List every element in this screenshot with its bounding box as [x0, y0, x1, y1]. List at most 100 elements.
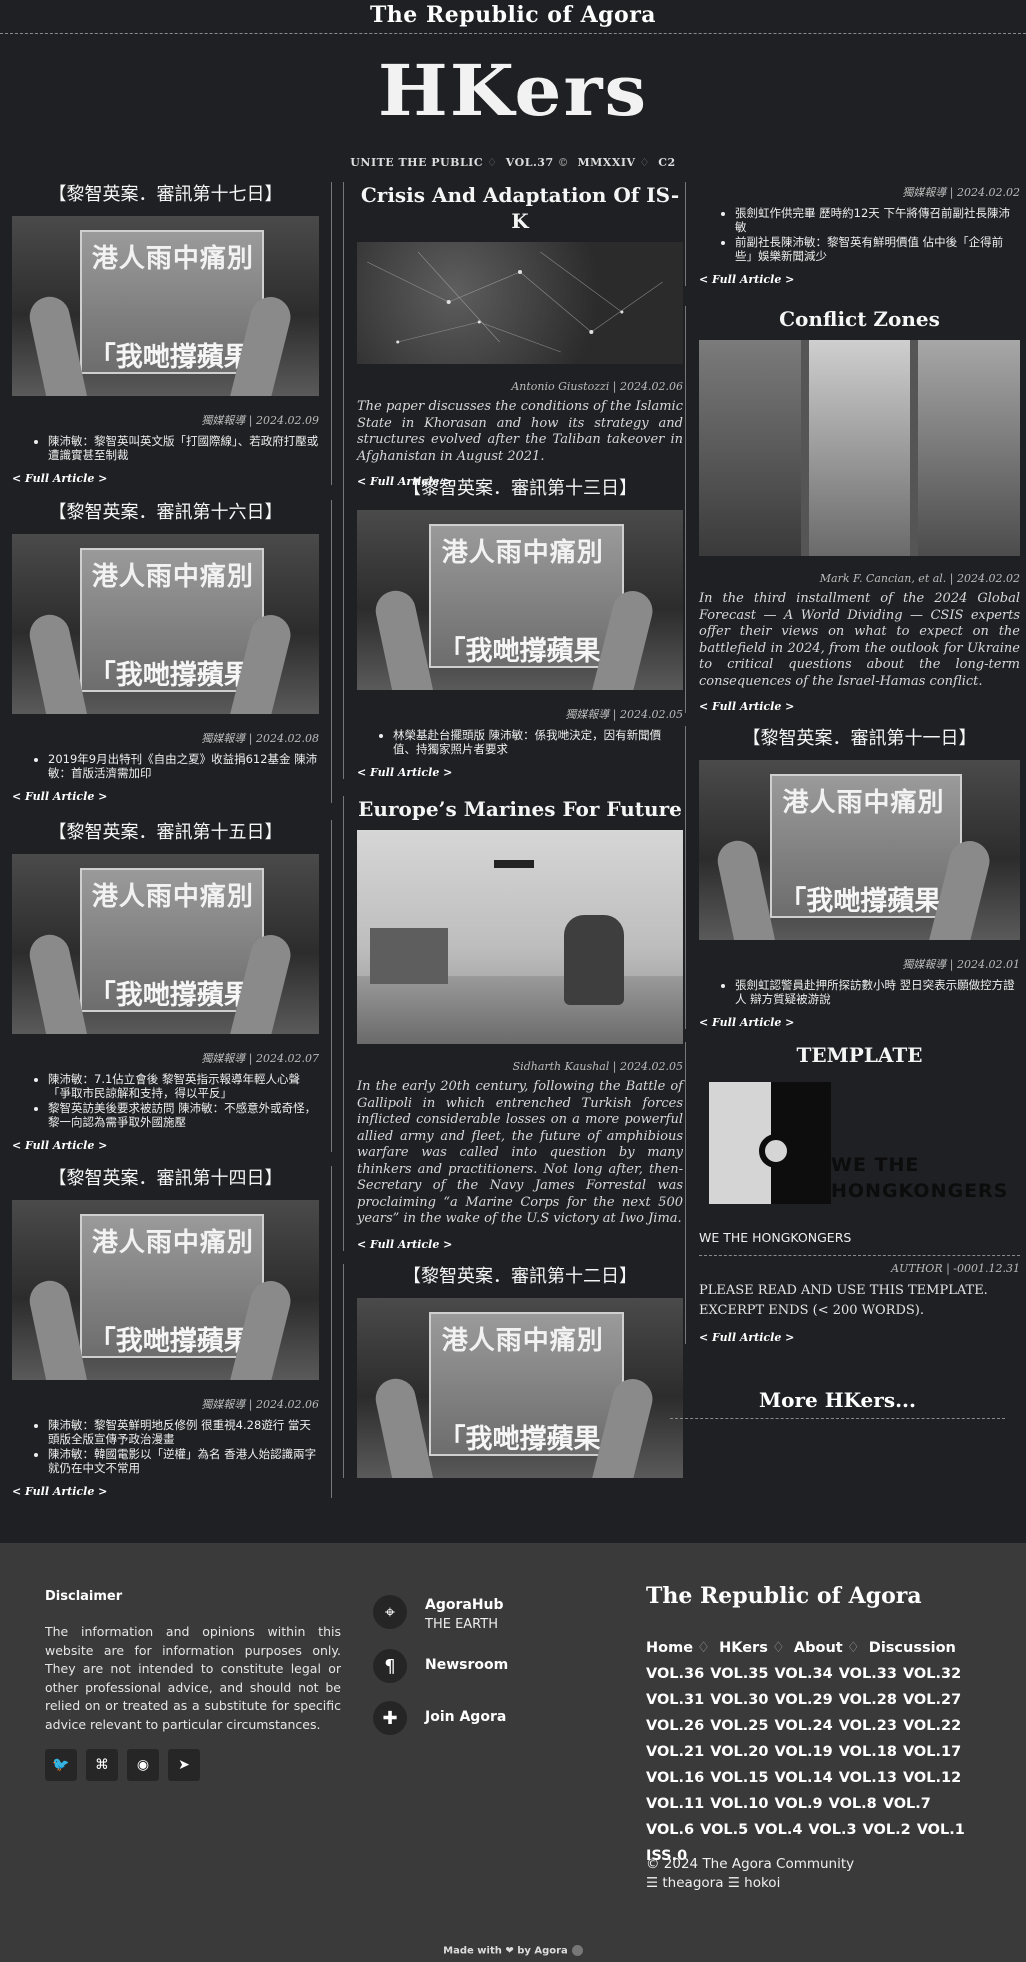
volume-link[interactable]: VOL.5: [700, 1817, 748, 1843]
article-title[interactable]: 【黎智英案．審訊第十三日】: [357, 476, 683, 502]
copyright: © 2024 The Agora Community ☰ theagora ☰ …: [646, 1855, 854, 1893]
divider: [699, 1255, 1020, 1256]
full-article-link[interactable]: < Full Article >: [699, 1331, 1020, 1344]
volume-link[interactable]: VOL.1: [917, 1817, 965, 1843]
volume-link[interactable]: VOL.36: [646, 1661, 704, 1687]
article-title[interactable]: 【黎智英案．審訊第十二日】: [357, 1264, 683, 1290]
nav-home[interactable]: Home: [646, 1640, 693, 1656]
article-title[interactable]: Conflict Zones: [699, 306, 1020, 332]
volume-link[interactable]: VOL.14: [774, 1765, 832, 1791]
volume-link[interactable]: VOL.11: [646, 1791, 704, 1817]
article-image[interactable]: 港人雨中痛別 「我哋撐蘋果: [12, 1200, 319, 1380]
volume-link[interactable]: VOL.25: [710, 1713, 768, 1739]
volume-link[interactable]: VOL.30: [710, 1687, 768, 1713]
article-image[interactable]: [357, 830, 683, 1044]
volume-link[interactable]: VOL.32: [903, 1661, 961, 1687]
article-title[interactable]: 【黎智英案．審訊第十六日】: [12, 500, 319, 526]
full-article-link[interactable]: < Full Article >: [699, 700, 1020, 713]
location-pin-icon: ⌖: [373, 1595, 407, 1629]
volume-link[interactable]: VOL.4: [754, 1817, 802, 1843]
volume-link[interactable]: VOL.34: [774, 1661, 832, 1687]
volume-link[interactable]: VOL.21: [646, 1739, 704, 1765]
article-image[interactable]: 港人雨中痛別 「我哋撐蘋果: [12, 854, 319, 1034]
volume-link[interactable]: VOL.10: [710, 1791, 768, 1817]
masthead: HKers UNITE THE PUBLIC ♢ VOL.37 © MMXXIV ♢ …: [0, 34, 1026, 169]
template-excerpt-line: PLEASE READ AND USE THIS TEMPLATE.: [699, 1283, 988, 1298]
article-title[interactable]: 【黎智英案．審訊第十七日】: [12, 182, 319, 208]
article-image[interactable]: [357, 242, 683, 364]
volume-link[interactable]: VOL.24: [774, 1713, 832, 1739]
volume-link[interactable]: VOL.7: [883, 1791, 931, 1817]
site-title[interactable]: The Republic of Agora: [370, 2, 656, 28]
volume-link[interactable]: VOL.26: [646, 1713, 704, 1739]
full-article-link[interactable]: < Full Article >: [12, 1139, 319, 1152]
volume-link[interactable]: VOL.31: [646, 1687, 704, 1713]
github-icon[interactable]: ⌘: [86, 1749, 118, 1781]
contact-title[interactable]: AgoraHub: [425, 1597, 504, 1613]
volume-link[interactable]: VOL.20: [710, 1739, 768, 1765]
volume-link[interactable]: VOL.23: [839, 1713, 897, 1739]
article-image[interactable]: [699, 340, 1020, 556]
full-article-link[interactable]: < Full Article >: [12, 472, 319, 485]
footer-site-title[interactable]: The Republic of Agora: [646, 1583, 922, 1609]
volume-link[interactable]: VOL.28: [839, 1687, 897, 1713]
article-title[interactable]: Crisis And Adaptation Of IS-K: [357, 182, 683, 234]
volume-link[interactable]: VOL.15: [710, 1765, 768, 1791]
article-meta: Antonio Giustozzi | 2024.02.06: [511, 380, 683, 393]
volume-link[interactable]: VOL.12: [903, 1765, 961, 1791]
article-card: 獨媒報導 | 2024.02.02 張劍虹作供完畢 歷時約12天 下午將傳召前副…: [685, 182, 1020, 286]
article-title[interactable]: 【黎智英案．審訊第十五日】: [12, 820, 319, 846]
article-meta: 獨媒報導 | 2024.02.02: [902, 186, 1020, 199]
article-title[interactable]: 【黎智英案．審訊第十四日】: [12, 1166, 319, 1192]
volume-link[interactable]: VOL.6: [646, 1817, 694, 1843]
reddit-icon[interactable]: ◉: [127, 1749, 159, 1781]
full-article-link[interactable]: < Full Article >: [699, 273, 1020, 286]
volume-link[interactable]: VOL.19: [774, 1739, 832, 1765]
article-meta: Sidharth Kaushal | 2024.02.05: [512, 1060, 683, 1073]
volume-link[interactable]: VOL.8: [829, 1791, 877, 1817]
article-image[interactable]: WE THE HONGKONGERS: [699, 1076, 1020, 1216]
article-meta: 獨媒報導 | 2024.02.07: [201, 1052, 319, 1065]
volume-link[interactable]: VOL.13: [839, 1765, 897, 1791]
volume-link[interactable]: VOL.35: [710, 1661, 768, 1687]
volume-link[interactable]: VOL.3: [808, 1817, 856, 1843]
contact-title[interactable]: Join Agora: [425, 1709, 506, 1725]
volume-link[interactable]: VOL.27: [903, 1687, 961, 1713]
nav-about[interactable]: About: [794, 1640, 843, 1656]
article-image[interactable]: 港人雨中痛別 「我哋撐蘋果: [12, 534, 319, 714]
nav-hkers[interactable]: HKers: [719, 1640, 768, 1656]
volume-link[interactable]: VOL.33: [839, 1661, 897, 1687]
nav-discussion[interactable]: Discussion: [869, 1640, 956, 1656]
article-title[interactable]: TEMPLATE: [699, 1042, 1020, 1068]
article-image[interactable]: 港人雨中痛別 「我哋撐蘋果: [357, 510, 683, 690]
full-article-link[interactable]: < Full Article >: [357, 1238, 683, 1251]
article-image[interactable]: 港人雨中痛別 「我哋撐蘋果: [699, 760, 1020, 940]
article-excerpt: In the third installment of the 2024 Glo…: [699, 591, 1020, 689]
volume-link[interactable]: VOL.17: [903, 1739, 961, 1765]
full-article-link[interactable]: < Full Article >: [699, 1016, 1020, 1029]
article-title[interactable]: Europe’s Marines For Future: [357, 796, 683, 822]
volume-link[interactable]: VOL.22: [903, 1713, 961, 1739]
more-hkers-link[interactable]: More HKers...: [670, 1388, 1005, 1419]
logo[interactable]: HKers: [0, 48, 1026, 134]
volume-link[interactable]: VOL.29: [774, 1687, 832, 1713]
article-image[interactable]: 港人雨中痛別 「我哋撐蘋果: [12, 216, 319, 396]
full-article-link[interactable]: < Full Article >: [357, 766, 683, 779]
credits-text[interactable]: ☰ theagora ☰ hokoi: [646, 1874, 854, 1893]
article-image[interactable]: 港人雨中痛別 「我哋撐蘋果: [357, 1298, 683, 1478]
article-card: 【黎智英案．審訊第十二日】 港人雨中痛別 「我哋撐蘋果: [343, 1264, 683, 1478]
article-bullets: 陳沛敏：黎智英叫英文版「打國際線」、若政府打壓或遭識實甚至制裁: [12, 434, 319, 462]
twitter-icon[interactable]: 🐦: [45, 1749, 77, 1781]
article-title[interactable]: 【黎智英案．審訊第十一日】: [699, 726, 1020, 752]
volume-link[interactable]: VOL.18: [839, 1739, 897, 1765]
bullet-item: 陳沛敏：7.1佔立會後 黎智英指示報導年輕人心聲「爭取市民諒解和支持，得以平反」: [48, 1072, 319, 1100]
volume-link[interactable]: VOL.9: [774, 1791, 822, 1817]
contact-title[interactable]: Newsroom: [425, 1657, 508, 1673]
full-article-link[interactable]: < Full Article >: [12, 1485, 319, 1498]
volume-link[interactable]: VOL.16: [646, 1765, 704, 1791]
volume-link[interactable]: VOL.2: [863, 1817, 911, 1843]
telegram-icon[interactable]: ➤: [168, 1749, 200, 1781]
full-article-link[interactable]: < Full Article >: [12, 790, 319, 803]
bullet-item: 陳沛敏：黎智英叫英文版「打國際線」、若政府打壓或遭識實甚至制裁: [48, 434, 319, 462]
pilcrow-icon: ¶: [373, 1649, 407, 1683]
